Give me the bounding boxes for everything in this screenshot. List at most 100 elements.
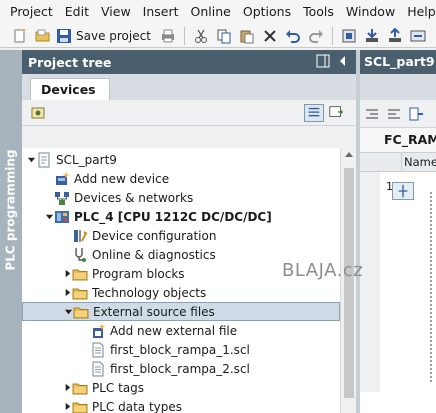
menu-item-online[interactable]: Online bbox=[185, 0, 237, 24]
tree-item-label: PLC data types bbox=[92, 399, 183, 413]
delete-icon[interactable] bbox=[260, 26, 280, 46]
project-tree-header: Project tree bbox=[22, 50, 356, 74]
project-icon bbox=[36, 152, 52, 168]
toolbar-separator bbox=[331, 26, 333, 45]
tree-item-plc-data-types[interactable]: PLC data types bbox=[22, 397, 340, 413]
folder-icon bbox=[72, 285, 88, 301]
tree-item-first-block-rampa-2-scl[interactable]: first_block_rampa_2.scl bbox=[22, 359, 340, 378]
insert-icon[interactable] bbox=[408, 106, 424, 122]
toolbar-separator bbox=[183, 26, 185, 45]
folder-icon bbox=[73, 304, 89, 320]
collapsed-icon[interactable] bbox=[62, 378, 72, 397]
menu-item-edit[interactable]: Edit bbox=[59, 0, 95, 24]
detail-view-button[interactable] bbox=[304, 104, 324, 122]
tree-item-add-new-device[interactable]: Add new device bbox=[22, 169, 340, 188]
editor-panel: SCL_part9 FC_RAMP Name 1 bbox=[360, 50, 436, 413]
tree-item-label: Technology objects bbox=[92, 285, 207, 300]
add-device-icon bbox=[54, 171, 70, 187]
save-project-label: Save project bbox=[76, 28, 151, 43]
outdent-icon[interactable] bbox=[386, 106, 402, 122]
menu-item-view[interactable]: View bbox=[95, 0, 137, 24]
expanded-icon[interactable] bbox=[44, 207, 54, 226]
panel-layout-icon[interactable] bbox=[316, 54, 330, 68]
tree-item-label: Device configuration bbox=[92, 228, 217, 243]
menu-item-window[interactable]: Window bbox=[340, 0, 401, 24]
tree-item-label: Devices & networks bbox=[74, 190, 194, 205]
tree-item-plc-4-cpu-1212c-dc-dc-dc[interactable]: PLC_4 [CPU 1212C DC/DC/DC] bbox=[22, 207, 340, 226]
scrollbar-thumb[interactable] bbox=[344, 168, 354, 398]
plc-programming-label: PLC programming bbox=[4, 149, 19, 271]
menu-item-tools[interactable]: Tools bbox=[297, 0, 340, 24]
project-tree-title: Project tree bbox=[28, 54, 112, 70]
tree-item-technology-objects[interactable]: Technology objects bbox=[22, 283, 340, 302]
project-tree-tabs: Devices bbox=[22, 74, 356, 100]
tree-item-label: first_block_rampa_1.scl bbox=[110, 342, 250, 357]
indent-icon[interactable] bbox=[364, 106, 380, 122]
tree-item-devices-networks[interactable]: Devices & networks bbox=[22, 188, 340, 207]
tree-item-plc-tags[interactable]: PLC tags bbox=[22, 378, 340, 397]
editor-toolbar bbox=[360, 100, 436, 128]
file-icon bbox=[90, 361, 106, 377]
tab-devices[interactable]: Devices bbox=[30, 78, 110, 100]
expanded-icon[interactable] bbox=[26, 150, 36, 169]
tree-item-label: Add new device bbox=[74, 171, 170, 186]
menu-item-options[interactable]: Options bbox=[237, 0, 297, 24]
collapsed-icon[interactable] bbox=[62, 283, 72, 302]
tree-item-label: PLC_4 [CPU 1212C DC/DC/DC] bbox=[74, 209, 272, 224]
block-title: FC_RAMP bbox=[360, 128, 436, 152]
diagnostics-icon bbox=[72, 247, 88, 263]
code-area[interactable]: 1 bbox=[360, 172, 436, 392]
tree-item-scl-part9[interactable]: SCL_part9 bbox=[22, 150, 340, 169]
expanded-icon[interactable] bbox=[63, 302, 73, 321]
tree-item-label: PLC tags bbox=[92, 380, 145, 395]
collapsed-icon[interactable] bbox=[62, 397, 72, 413]
tree-item-add-new-external-file[interactable]: Add new external file bbox=[22, 321, 340, 340]
device-config-icon bbox=[72, 228, 88, 244]
tree-item-label: Program blocks bbox=[92, 266, 185, 281]
editor-tab-strip bbox=[360, 74, 436, 100]
redo-icon[interactable] bbox=[306, 26, 326, 46]
tree-item-external-source-files[interactable]: External source files bbox=[22, 302, 340, 321]
file-icon bbox=[90, 342, 106, 358]
tree-item-label: Online & diagnostics bbox=[92, 247, 216, 262]
folder-icon bbox=[72, 266, 88, 282]
project-tree-toolbar bbox=[22, 100, 356, 126]
compile-icon[interactable] bbox=[339, 26, 359, 46]
tree-item-label: first_block_rampa_2.scl bbox=[110, 361, 250, 376]
menu-item-help[interactable]: Help bbox=[401, 0, 436, 24]
folder-icon bbox=[72, 380, 88, 396]
tree-item-label: Add new external file bbox=[110, 323, 238, 338]
plc-programming-strip[interactable]: PLC programming bbox=[0, 50, 22, 413]
copy-icon[interactable] bbox=[214, 26, 234, 46]
tree-item-label: External source files bbox=[93, 304, 215, 319]
print-icon[interactable] bbox=[158, 26, 178, 46]
undo-icon[interactable] bbox=[283, 26, 303, 46]
new-project-icon[interactable] bbox=[10, 26, 30, 46]
tree-item-first-block-rampa-1-scl[interactable]: first_block_rampa_1.scl bbox=[22, 340, 340, 359]
open-project-icon[interactable] bbox=[33, 26, 53, 46]
simulation-icon[interactable] bbox=[408, 26, 428, 46]
paste-icon[interactable] bbox=[237, 26, 257, 46]
menu-item-project[interactable]: Project bbox=[0, 0, 59, 24]
tree-options-icon[interactable] bbox=[30, 105, 46, 121]
save-icon bbox=[57, 28, 71, 43]
network-icon bbox=[54, 190, 70, 206]
collapsed-icon[interactable] bbox=[62, 264, 72, 283]
insert-region-button[interactable] bbox=[392, 182, 414, 200]
menu-bar: Project Edit View Insert Online Options Tools W… bbox=[0, 0, 436, 24]
cut-icon[interactable] bbox=[191, 26, 211, 46]
plc-icon bbox=[54, 209, 70, 225]
save-project-button[interactable]: Save project bbox=[56, 28, 155, 44]
download-icon[interactable] bbox=[362, 26, 382, 46]
name-column-header[interactable]: Name bbox=[404, 153, 436, 172]
tree-item-device-configuration[interactable]: Device configuration bbox=[22, 226, 340, 245]
scroll-up-icon[interactable] bbox=[345, 152, 353, 157]
upload-icon[interactable] bbox=[385, 26, 405, 46]
tree-item-label: SCL_part9 bbox=[56, 152, 117, 167]
collapse-panel-icon[interactable] bbox=[336, 54, 350, 68]
project-tree-panel: Project tree Devices SCL_part9 Add new de… bbox=[22, 50, 356, 413]
overview-icon[interactable] bbox=[327, 104, 347, 122]
menu-item-insert[interactable]: Insert bbox=[137, 0, 185, 24]
editor-tab-title[interactable]: SCL_part9 bbox=[360, 50, 436, 74]
add-file-icon bbox=[90, 323, 106, 339]
